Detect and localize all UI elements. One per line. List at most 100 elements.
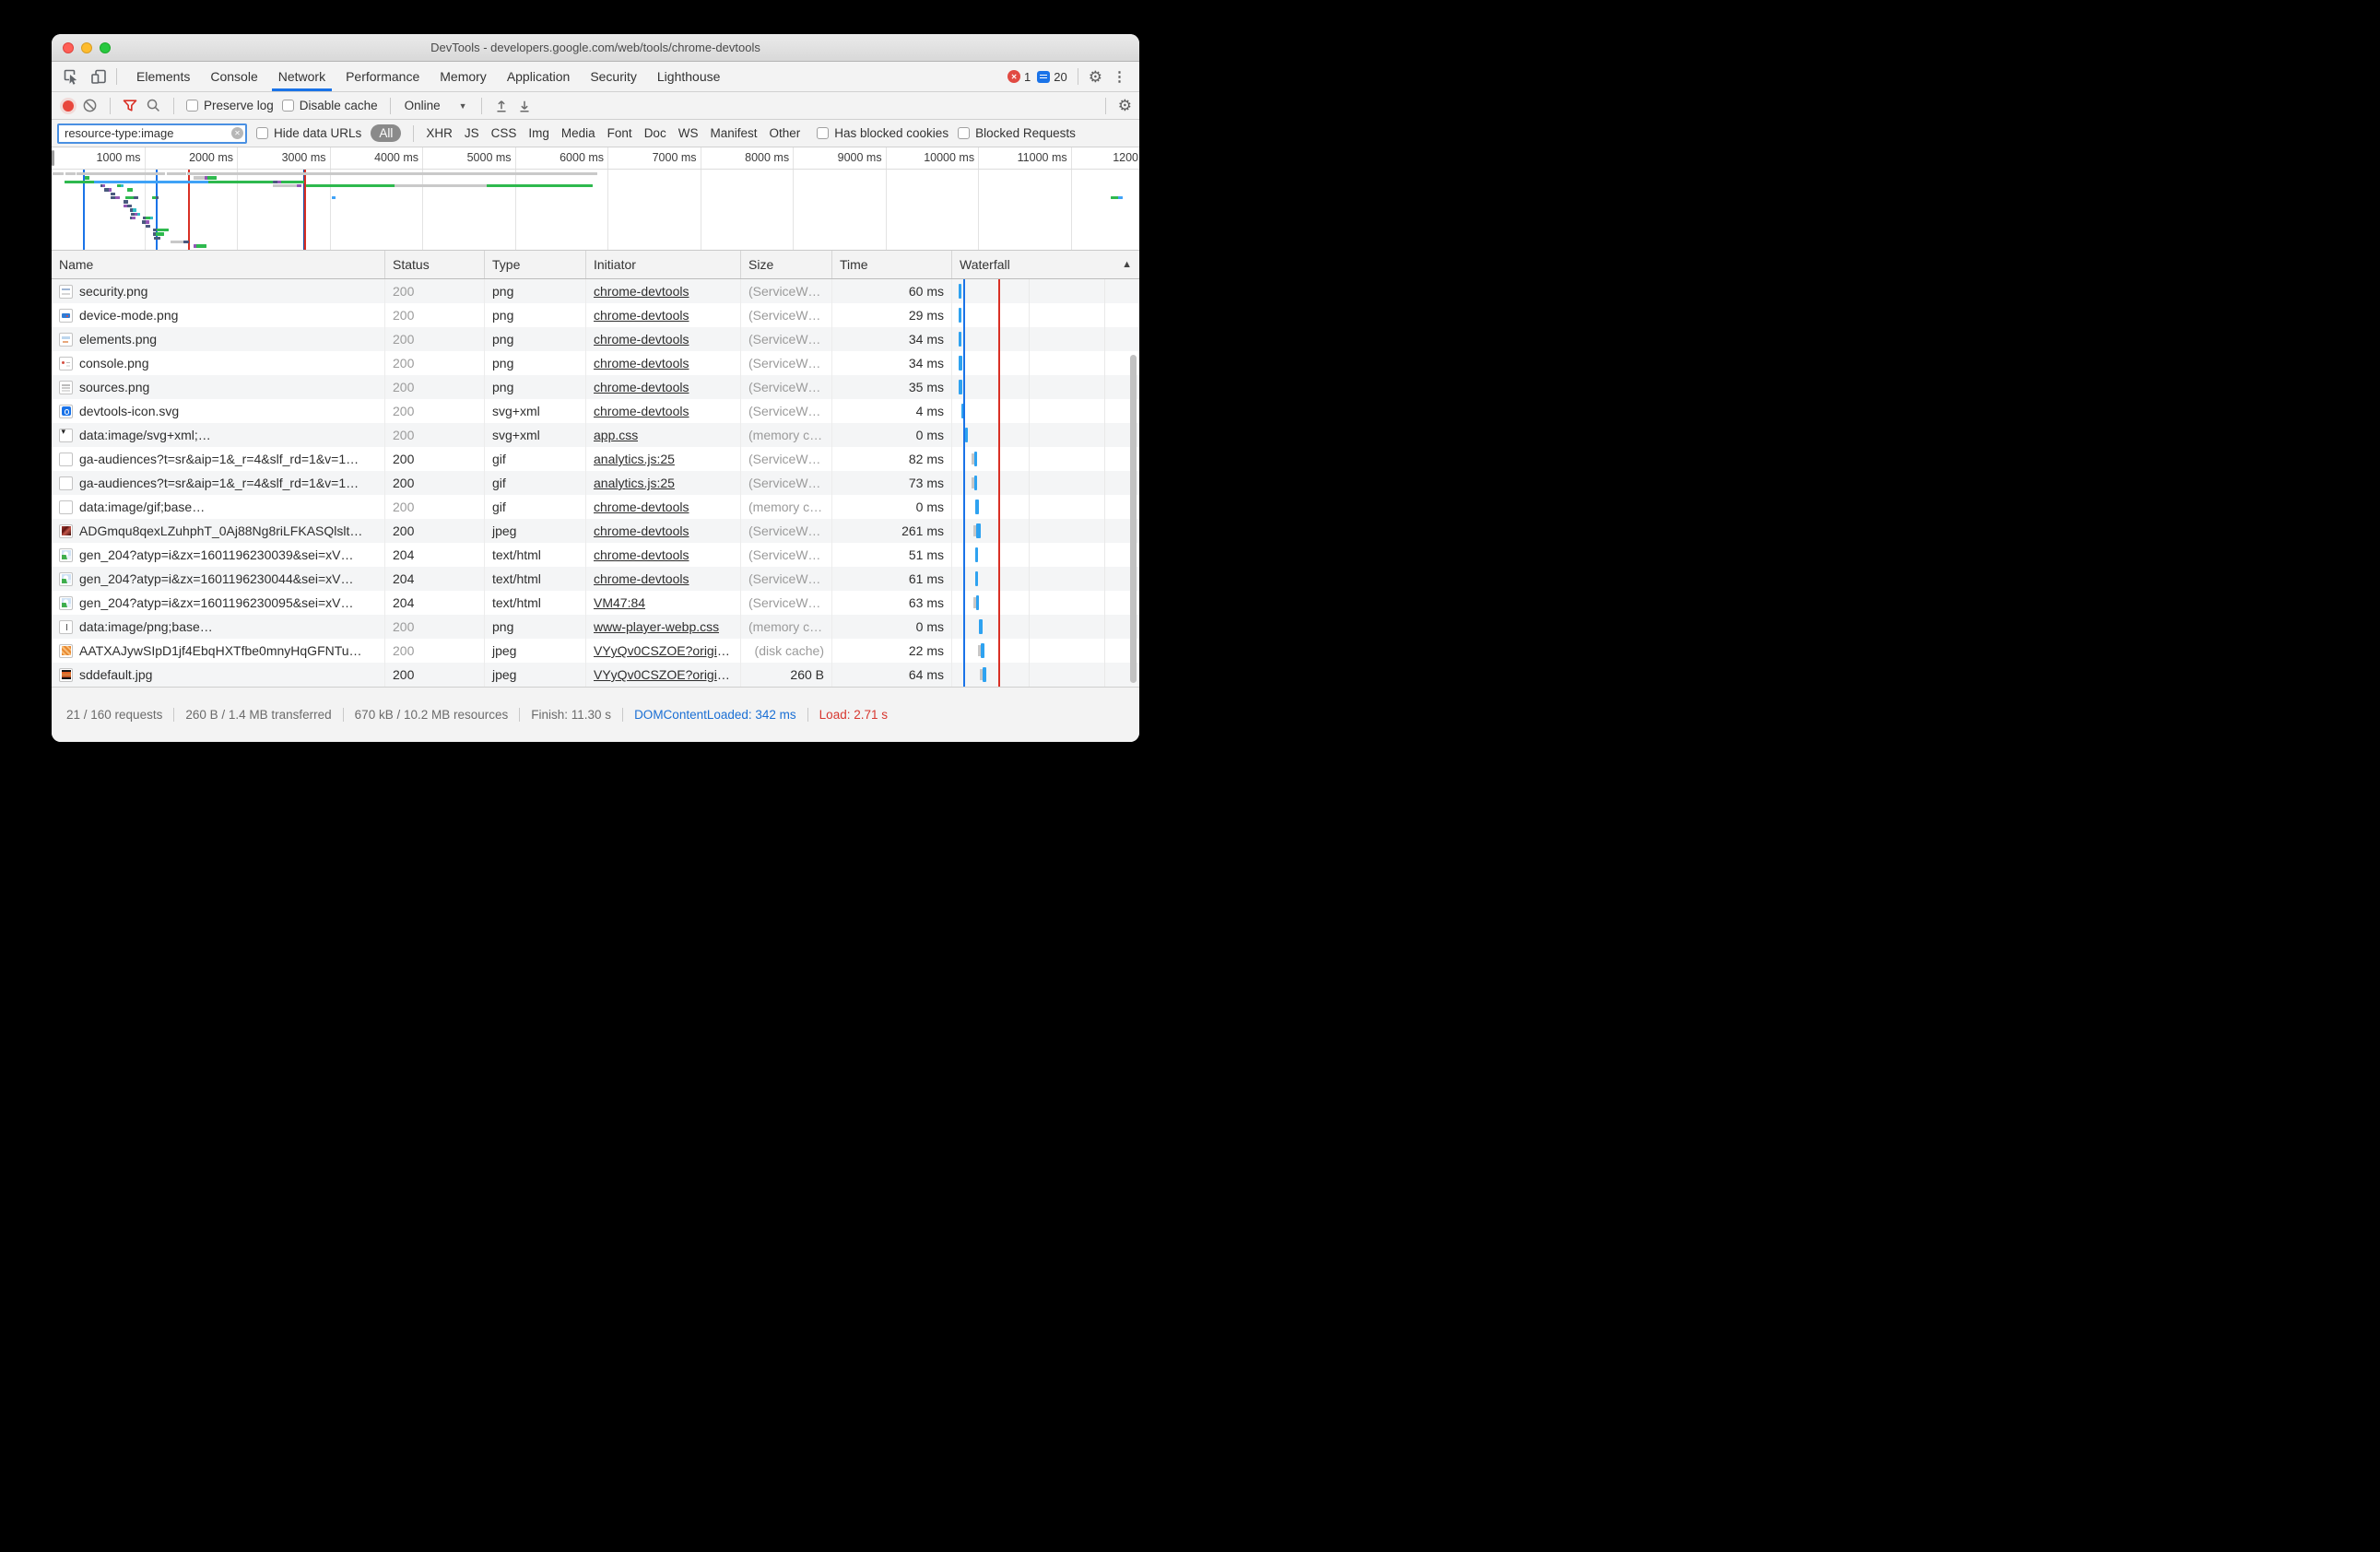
disable-cache-checkbox[interactable]: Disable cache — [282, 99, 378, 112]
table-row[interactable]: ADGmqu8qexLZuhphT_0Aj88Ng8riLFKASQlslt…2… — [52, 519, 1139, 543]
tab-elements[interactable]: Elements — [126, 62, 200, 91]
filter-chip-js[interactable]: JS — [465, 126, 479, 140]
table-row[interactable]: devtools-icon.svg200svg+xmlchrome-devtoo… — [52, 399, 1139, 423]
tab-application[interactable]: Application — [497, 62, 581, 91]
table-row[interactable]: device-mode.png200pngchrome-devtools(Ser… — [52, 303, 1139, 327]
filter-chip-media[interactable]: Media — [561, 126, 595, 140]
status-code: 200 — [393, 476, 414, 490]
initiator-link[interactable]: VM47:84 — [594, 595, 645, 610]
initiator-link[interactable]: app.css — [594, 428, 638, 442]
table-row[interactable]: gen_204?atyp=i&zx=1601196230095&sei=xV…2… — [52, 591, 1139, 615]
inspect-element-icon[interactable] — [57, 62, 85, 91]
filter-chip-doc[interactable]: Doc — [644, 126, 666, 140]
table-row[interactable]: gen_204?atyp=i&zx=1601196230039&sei=xV…2… — [52, 543, 1139, 567]
column-header-waterfall[interactable]: Waterfall▲ — [952, 251, 1139, 278]
filter-funnel-icon[interactable] — [123, 99, 137, 113]
initiator-link[interactable]: chrome-devtools — [594, 284, 689, 299]
column-header-name[interactable]: Name — [52, 251, 385, 278]
table-row[interactable]: ga-audiences?t=sr&aip=1&_r=4&slf_rd=1&v=… — [52, 447, 1139, 471]
vertical-scrollbar[interactable] — [1130, 355, 1137, 683]
filter-chip-xhr[interactable]: XHR — [426, 126, 453, 140]
time-cell: 0 ms — [832, 423, 952, 447]
filter-chip-ws[interactable]: WS — [678, 126, 699, 140]
settings-gear-icon[interactable]: ⚙ — [1089, 69, 1102, 85]
throttling-select[interactable]: Online ▼ — [403, 99, 469, 112]
tab-network[interactable]: Network — [268, 62, 336, 91]
error-badge[interactable]: ✕ 1 — [1007, 70, 1031, 84]
column-header-status[interactable]: Status — [385, 251, 485, 278]
initiator-link[interactable]: chrome-devtools — [594, 332, 689, 347]
search-icon[interactable] — [146, 98, 161, 113]
error-count: 1 — [1024, 70, 1031, 84]
devtools-window: DevTools - developers.google.com/web/too… — [52, 34, 1139, 742]
network-overview-timeline[interactable]: 1000 ms2000 ms3000 ms4000 ms5000 ms6000 … — [52, 147, 1139, 251]
filter-input[interactable] — [57, 123, 247, 144]
column-header-initiator[interactable]: Initiator — [586, 251, 741, 278]
table-row[interactable]: security.png200pngchrome-devtools(Servic… — [52, 279, 1139, 303]
tab-security[interactable]: Security — [580, 62, 647, 91]
filter-chip-img[interactable]: Img — [528, 126, 549, 140]
message-badge[interactable]: 20 — [1037, 70, 1066, 84]
status-segment: 670 kB / 10.2 MB resources — [344, 708, 520, 722]
zoom-button[interactable] — [100, 42, 111, 53]
initiator-link[interactable]: www-player-webp.css — [594, 619, 719, 634]
preserve-log-checkbox[interactable]: Preserve log — [186, 99, 274, 112]
more-options-icon[interactable]: ⋮ — [1109, 68, 1130, 85]
close-button[interactable] — [63, 42, 74, 53]
waterfall-request-bar — [974, 452, 977, 466]
table-row[interactable]: data:image/png;base…200pngwww-player-web… — [52, 615, 1139, 639]
initiator-link[interactable]: chrome-devtools — [594, 500, 689, 514]
table-row[interactable]: data:image/gif;base…200gifchrome-devtool… — [52, 495, 1139, 519]
initiator-link[interactable]: chrome-devtools — [594, 404, 689, 418]
status-cell: 200 — [385, 375, 485, 399]
resource-type: gif — [492, 500, 506, 514]
record-button[interactable] — [63, 100, 74, 112]
table-row[interactable]: elements.png200pngchrome-devtools(Servic… — [52, 327, 1139, 351]
overview-request-bar — [121, 184, 124, 187]
column-header-size[interactable]: Size — [741, 251, 832, 278]
table-row[interactable]: gen_204?atyp=i&zx=1601196230044&sei=xV…2… — [52, 567, 1139, 591]
table-row[interactable]: ga-audiences?t=sr&aip=1&_r=4&slf_rd=1&v=… — [52, 471, 1139, 495]
device-toolbar-icon[interactable] — [85, 62, 112, 91]
column-header-type[interactable]: Type — [485, 251, 586, 278]
hide-data-urls-checkbox[interactable]: Hide data URLs — [256, 126, 361, 140]
blocked-requests-checkbox[interactable]: Blocked Requests — [958, 126, 1076, 140]
status-cell: 200 — [385, 471, 485, 495]
tab-lighthouse[interactable]: Lighthouse — [647, 62, 731, 91]
request-name: AATXAJywSIpD1jf4EbqHXTfbe0mnyHqGFNTu… — [79, 643, 362, 658]
initiator-link[interactable]: VYyQv0CSZOE?origin… — [594, 667, 733, 682]
table-row[interactable]: data:image/svg+xml;…200svg+xmlapp.css(me… — [52, 423, 1139, 447]
time-value: 261 ms — [901, 523, 944, 538]
tab-console[interactable]: Console — [200, 62, 267, 91]
minimize-button[interactable] — [81, 42, 92, 53]
table-row[interactable]: sddefault.jpg200jpegVYyQv0CSZOE?origin…2… — [52, 663, 1139, 687]
initiator-link[interactable]: chrome-devtools — [594, 380, 689, 394]
has-blocked-cookies-checkbox[interactable]: Has blocked cookies — [817, 126, 948, 140]
table-row[interactable]: console.png200pngchrome-devtools(Service… — [52, 351, 1139, 375]
initiator-link[interactable]: analytics.js:25 — [594, 476, 675, 490]
initiator-link[interactable]: chrome-devtools — [594, 523, 689, 538]
filter-chip-all[interactable]: All — [371, 124, 401, 142]
initiator-link[interactable]: VYyQv0CSZOE?origin… — [594, 643, 733, 658]
clear-icon[interactable] — [82, 98, 98, 113]
initiator-link[interactable]: chrome-devtools — [594, 547, 689, 562]
filter-chip-font[interactable]: Font — [607, 126, 632, 140]
filter-chip-other[interactable]: Other — [769, 126, 800, 140]
table-row[interactable]: AATXAJywSIpD1jf4EbqHXTfbe0mnyHqGFNTu…200… — [52, 639, 1139, 663]
tab-memory[interactable]: Memory — [430, 62, 497, 91]
initiator-link[interactable]: chrome-devtools — [594, 308, 689, 323]
initiator-link[interactable]: analytics.js:25 — [594, 452, 675, 466]
export-har-icon[interactable] — [517, 98, 532, 113]
console-file-icon — [59, 357, 73, 370]
initiator-link[interactable]: chrome-devtools — [594, 356, 689, 370]
table-row[interactable]: sources.png200pngchrome-devtools(Service… — [52, 375, 1139, 399]
network-settings-gear-icon[interactable]: ⚙ — [1118, 98, 1132, 113]
tab-performance[interactable]: Performance — [336, 62, 430, 91]
column-header-time[interactable]: Time — [832, 251, 952, 278]
overview-grip-handle[interactable] — [52, 150, 54, 166]
initiator-link[interactable]: chrome-devtools — [594, 571, 689, 586]
filter-chip-css[interactable]: CSS — [491, 126, 517, 140]
clear-filter-icon[interactable]: ✕ — [231, 127, 243, 139]
import-har-icon[interactable] — [494, 98, 509, 113]
filter-chip-manifest[interactable]: Manifest — [710, 126, 757, 140]
